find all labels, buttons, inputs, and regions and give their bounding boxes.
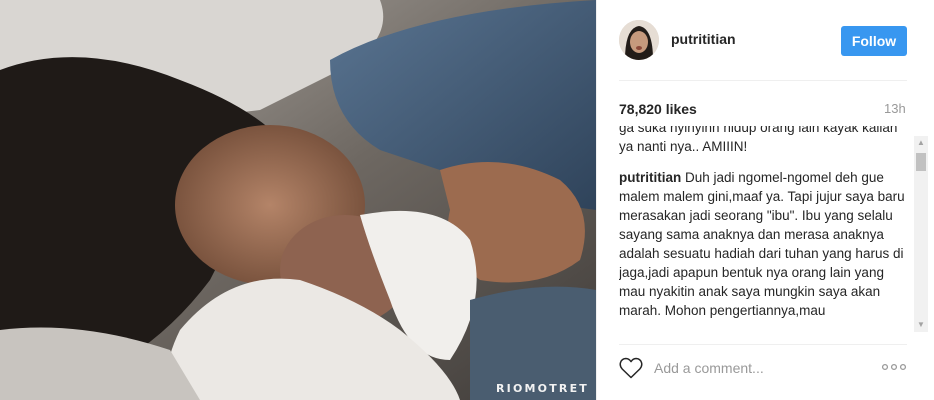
post-side-panel: putrititian Follow 78,820 likes 13h ga s… xyxy=(596,0,934,400)
avatar[interactable] xyxy=(619,20,659,60)
post-timestamp[interactable]: 13h xyxy=(884,101,906,116)
scroll-down-arrow-icon[interactable]: ▼ xyxy=(914,318,928,332)
comment-text: Duh jadi ngomel-ngomel deh gue malem mal… xyxy=(619,170,905,318)
header-divider xyxy=(619,80,907,81)
add-comment-input[interactable] xyxy=(654,356,864,380)
footer-divider xyxy=(619,344,907,345)
comment-list[interactable]: ga suka nyinyinn hidup orang lain kayak … xyxy=(619,126,909,332)
post-photo[interactable]: RIOMOTRET xyxy=(0,0,596,400)
more-options-icon[interactable] xyxy=(881,360,907,374)
username[interactable]: putrititian xyxy=(671,31,736,47)
photo-watermark: RIOMOTRET xyxy=(496,382,590,395)
comment-fragment: ga suka nyinyinn hidup orang lain kayak … xyxy=(619,126,898,154)
post-header: putrititian Follow xyxy=(597,0,934,80)
scroll-up-arrow-icon[interactable]: ▲ xyxy=(914,136,928,150)
photo-illustration xyxy=(0,0,596,400)
heart-icon[interactable] xyxy=(619,357,643,379)
likes-count[interactable]: 78,820 likes xyxy=(619,101,697,117)
comment-author[interactable]: putrititian xyxy=(619,170,681,185)
avatar-portrait-icon xyxy=(619,20,659,60)
comment-scrollbar[interactable]: ▲ ▼ xyxy=(914,136,928,332)
follow-button[interactable]: Follow xyxy=(841,26,907,56)
scrollbar-thumb[interactable] xyxy=(916,153,926,171)
comment-item: putrititian Duh jadi ngomel-ngomel deh g… xyxy=(619,168,909,320)
